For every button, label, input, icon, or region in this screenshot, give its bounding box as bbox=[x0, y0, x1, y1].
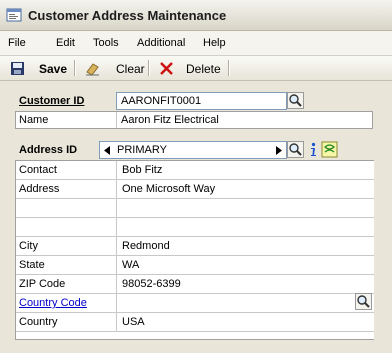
delete-label: Delete bbox=[186, 62, 221, 76]
toolbar: Save Clear Delete bbox=[0, 56, 392, 81]
previous-arrow-icon[interactable] bbox=[104, 146, 110, 155]
menu-bar: File Edit Tools Additional Help bbox=[0, 31, 392, 56]
customer-address-window: Customer Address Maintenance File Edit T… bbox=[0, 0, 392, 353]
city-row: City Redmond bbox=[16, 237, 374, 256]
address-line3-field[interactable] bbox=[118, 218, 374, 236]
address-id-value: PRIMARY bbox=[117, 144, 167, 156]
customer-id-label[interactable]: Customer ID bbox=[19, 95, 84, 107]
address-line2-row bbox=[16, 199, 374, 218]
country-code-field[interactable] bbox=[118, 294, 374, 312]
address-id-field[interactable]: PRIMARY bbox=[99, 141, 287, 159]
contact-label: Contact bbox=[16, 161, 117, 179]
name-label: Name bbox=[16, 112, 117, 128]
address-line3-row bbox=[16, 218, 374, 237]
address-label-blank bbox=[16, 218, 117, 236]
menu-file[interactable]: File bbox=[8, 37, 26, 49]
country-code-row: Country Code bbox=[16, 294, 374, 313]
zip-label: ZIP Code bbox=[16, 275, 117, 293]
menu-help[interactable]: Help bbox=[203, 37, 226, 49]
country-label: Country bbox=[16, 313, 117, 331]
address-grid: Contact Bob Fitz Address One Microsoft W… bbox=[15, 160, 374, 340]
state-field[interactable]: WA bbox=[118, 256, 374, 274]
address-line2-field[interactable] bbox=[118, 199, 374, 217]
contact-field[interactable]: Bob Fitz bbox=[118, 161, 374, 179]
save-label: Save bbox=[39, 62, 68, 76]
city-label: City bbox=[16, 237, 117, 255]
zip-row: ZIP Code 98052-6399 bbox=[16, 275, 374, 294]
country-field[interactable]: USA bbox=[118, 313, 374, 331]
next-arrow-icon[interactable] bbox=[276, 146, 282, 155]
form-panel: Customer ID AARONFIT0001 Name Aaron Fitz… bbox=[0, 81, 392, 353]
address-id-label: Address ID bbox=[19, 144, 78, 156]
address-label: Address bbox=[16, 180, 117, 198]
country-row: Country USA bbox=[16, 313, 374, 332]
toolbar-separator bbox=[74, 60, 75, 76]
toolbar-separator bbox=[148, 60, 149, 76]
name-row: Name Aaron Fitz Electrical bbox=[15, 111, 373, 129]
magnifier-icon[interactable] bbox=[287, 141, 304, 158]
save-button[interactable]: Save bbox=[4, 59, 70, 77]
city-field[interactable]: Redmond bbox=[118, 237, 374, 255]
address-line1-field[interactable]: One Microsoft Way bbox=[118, 180, 374, 198]
menu-edit[interactable]: Edit bbox=[56, 37, 75, 49]
state-label: State bbox=[16, 256, 117, 274]
clear-label: Clear bbox=[116, 62, 145, 76]
floppy-disk-icon bbox=[10, 61, 25, 76]
eraser-icon bbox=[85, 61, 100, 76]
red-x-icon bbox=[159, 61, 174, 76]
country-code-label[interactable]: Country Code bbox=[16, 294, 117, 312]
magnifier-icon[interactable] bbox=[355, 293, 372, 310]
address-line1-row: Address One Microsoft Way bbox=[16, 180, 374, 199]
address-label-blank bbox=[16, 199, 117, 217]
info-i-icon[interactable] bbox=[305, 141, 322, 158]
toolbar-separator bbox=[228, 60, 229, 76]
zip-field[interactable]: 98052-6399 bbox=[118, 275, 374, 293]
title-bar: Customer Address Maintenance bbox=[0, 0, 392, 31]
note-icon[interactable] bbox=[321, 141, 338, 158]
menu-additional[interactable]: Additional bbox=[137, 37, 185, 49]
menu-tools[interactable]: Tools bbox=[93, 37, 119, 49]
customer-id-field[interactable]: AARONFIT0001 bbox=[116, 92, 287, 110]
magnifier-icon[interactable] bbox=[287, 92, 304, 109]
clear-button[interactable]: Clear bbox=[82, 59, 145, 77]
state-row: State WA bbox=[16, 256, 374, 275]
window-title: Customer Address Maintenance bbox=[28, 8, 227, 23]
delete-button[interactable]: Delete bbox=[156, 59, 224, 77]
contact-row: Contact Bob Fitz bbox=[16, 161, 374, 180]
app-window-icon bbox=[6, 7, 22, 23]
name-value: Aaron Fitz Electrical bbox=[121, 114, 219, 126]
